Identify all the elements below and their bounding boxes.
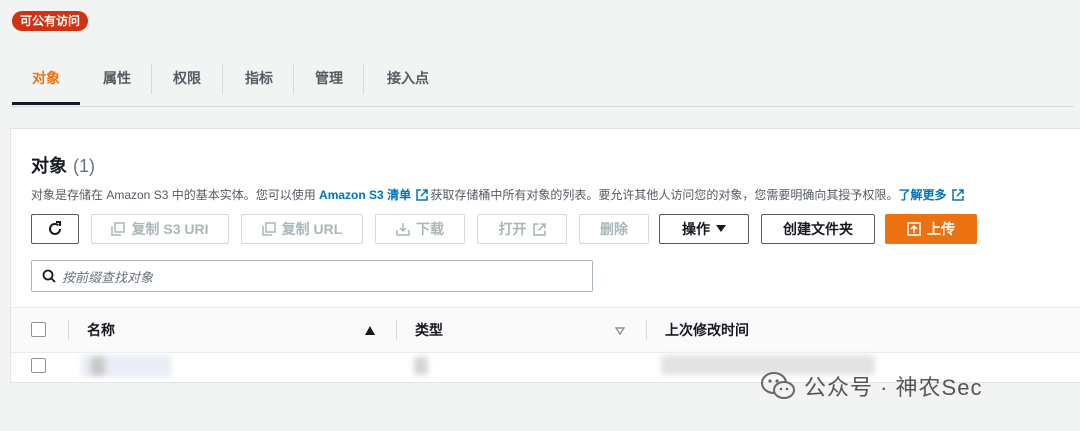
caret-down-icon xyxy=(716,225,726,232)
open-label: 打开 xyxy=(498,221,527,237)
public-access-badge: 可公有访问 xyxy=(12,11,89,31)
learn-more-link[interactable]: 了解更多 xyxy=(898,188,946,202)
tab-bar: 对象 属性 权限 指标 管理 接入点 xyxy=(12,52,1074,107)
search-placeholder: 按前缀查找对象 xyxy=(62,269,154,285)
select-all-checkbox[interactable] xyxy=(31,322,46,337)
create-folder-label: 创建文件夹 xyxy=(783,221,853,237)
tab-permissions[interactable]: 权限 xyxy=(154,52,220,104)
tab-objects[interactable]: 对象 xyxy=(12,52,80,104)
watermark: 公众号 · 神农Sec xyxy=(760,366,982,406)
tab-access-points[interactable]: 接入点 xyxy=(368,52,448,104)
create-folder-button[interactable]: 创建文件夹 xyxy=(761,214,875,244)
download-icon xyxy=(396,223,410,236)
redacted-object-icon xyxy=(91,357,105,375)
prefix-search-input[interactable]: 按前缀查找对象 xyxy=(31,260,593,292)
column-divider xyxy=(68,320,69,340)
active-tab-indicator xyxy=(12,102,80,105)
refresh-icon xyxy=(49,221,61,235)
tab-divider xyxy=(222,64,223,94)
tab-divider xyxy=(363,64,364,94)
actions-label: 操作 xyxy=(682,221,710,237)
redacted-object-type xyxy=(414,357,428,375)
open-button[interactable]: 打开 xyxy=(477,214,567,244)
column-name[interactable]: 名称 xyxy=(87,308,115,352)
tab-divider xyxy=(293,64,294,94)
object-count: (1) xyxy=(73,156,95,176)
delete-button[interactable]: 删除 xyxy=(579,214,649,244)
copy-url-label: 复制 URL xyxy=(281,221,343,237)
panel-title: 对象 (1) xyxy=(31,152,95,178)
copy-url-button[interactable]: 复制 URL xyxy=(241,214,363,244)
column-divider xyxy=(646,320,647,340)
refresh-button[interactable] xyxy=(31,214,79,244)
tab-metrics[interactable]: 指标 xyxy=(226,52,292,104)
description-text-2: 获取存储桶中所有对象的列表。要允许其他人访问您的对象，您需要明确向其授予权限。 xyxy=(430,188,899,202)
tab-management[interactable]: 管理 xyxy=(296,52,362,104)
objects-table-header: 名称 类型 上次修改时间 xyxy=(11,307,1080,353)
sort-ascending-icon[interactable] xyxy=(365,326,375,335)
sort-icon[interactable] xyxy=(615,327,625,335)
external-link-icon xyxy=(532,222,546,236)
objects-panel: 对象 (1) 对象是存储在 Amazon S3 中的基本实体。您可以使用 Amaz… xyxy=(10,128,1080,383)
upload-button[interactable]: 上传 xyxy=(885,214,977,244)
download-label: 下载 xyxy=(416,221,444,237)
inventory-link[interactable]: Amazon S3 清单 xyxy=(319,188,411,202)
watermark-text: 公众号 · 神农Sec xyxy=(804,375,983,400)
upload-icon xyxy=(907,222,921,236)
tab-divider xyxy=(151,64,152,94)
search-icon xyxy=(42,269,56,283)
copy-icon xyxy=(261,222,276,236)
description-text-1: 对象是存储在 Amazon S3 中的基本实体。您可以使用 xyxy=(31,188,316,202)
column-last-modified[interactable]: 上次修改时间 xyxy=(665,308,749,352)
row-checkbox[interactable] xyxy=(31,358,46,373)
wechat-icon xyxy=(761,372,795,399)
external-link-icon xyxy=(952,189,964,201)
column-divider xyxy=(396,320,397,340)
copy-s3-uri-button[interactable]: 复制 S3 URI xyxy=(91,214,229,244)
panel-title-text: 对象 xyxy=(31,156,67,176)
panel-description: 对象是存储在 Amazon S3 中的基本实体。您可以使用 Amazon S3 … xyxy=(31,186,966,203)
delete-label: 删除 xyxy=(600,221,628,237)
external-link-icon xyxy=(416,189,429,201)
copy-s3-uri-label: 复制 S3 URI xyxy=(131,221,209,237)
column-type[interactable]: 类型 xyxy=(415,308,443,352)
download-button[interactable]: 下载 xyxy=(375,214,465,244)
tab-properties[interactable]: 属性 xyxy=(84,52,150,104)
actions-dropdown[interactable]: 操作 xyxy=(659,214,749,244)
copy-icon xyxy=(111,222,126,236)
upload-label: 上传 xyxy=(927,221,955,237)
